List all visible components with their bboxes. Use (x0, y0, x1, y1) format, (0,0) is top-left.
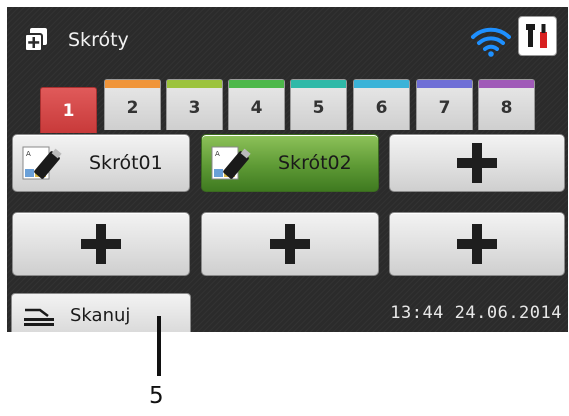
plus-icon (270, 224, 310, 264)
plus-icon (457, 224, 497, 264)
tab-7[interactable]: 7 (416, 79, 473, 130)
tab-8[interactable]: 8 (478, 79, 535, 130)
callout-line (157, 316, 161, 376)
tab-label: 7 (438, 98, 451, 118)
svg-text:A: A (26, 150, 31, 158)
shortcut-label: Skrót01 (89, 152, 163, 174)
usb-drive-icon: A (211, 146, 251, 180)
shortcuts-icon (24, 28, 47, 52)
tab-3[interactable]: 3 (166, 79, 223, 130)
settings-button[interactable] (518, 16, 557, 56)
plus-icon (81, 224, 121, 264)
wifi-icon[interactable] (471, 25, 511, 57)
tab-2[interactable]: 2 (104, 79, 161, 130)
tab-6[interactable]: 6 (353, 79, 410, 130)
scan-label: Skanuj (70, 305, 131, 326)
add-shortcut-button-4[interactable] (12, 212, 190, 276)
tab-label: 3 (188, 98, 201, 118)
header-bar: Skróty (7, 7, 568, 69)
tab-bar: 1 2 3 4 5 6 7 8 (7, 73, 568, 133)
svg-text:A: A (215, 150, 220, 158)
shortcut-button-2[interactable]: A Skrót02 (201, 134, 379, 192)
lcd-screen: Skróty 1 2 3 4 5 6 7 8 A Skrót01 A Skrót… (7, 7, 568, 332)
tab-label: 5 (312, 98, 325, 118)
plus-icon (457, 143, 497, 183)
add-shortcut-button-6[interactable] (389, 212, 565, 276)
tab-4[interactable]: 4 (228, 79, 285, 130)
shortcut-label: Skrót02 (278, 152, 352, 174)
tools-icon (526, 24, 547, 48)
tab-1[interactable]: 1 (40, 87, 97, 133)
tab-label: 6 (375, 98, 388, 118)
date-time: 13:44 24.06.2014 (390, 303, 562, 323)
callout-number: 5 (149, 383, 164, 409)
scan-button[interactable]: Skanuj (11, 293, 191, 332)
shortcut-button-1[interactable]: A Skrót01 (12, 134, 190, 192)
tab-5[interactable]: 5 (290, 79, 347, 130)
add-shortcut-button-5[interactable] (201, 212, 379, 276)
tab-label: 2 (126, 98, 139, 118)
add-shortcut-button-3[interactable] (389, 134, 565, 192)
tab-label: 8 (500, 98, 513, 118)
page-title: Skróty (68, 29, 129, 51)
scanner-icon (24, 308, 54, 326)
tab-label: 4 (250, 98, 263, 118)
usb-drive-icon: A (22, 146, 62, 180)
tab-label: 1 (62, 101, 75, 121)
